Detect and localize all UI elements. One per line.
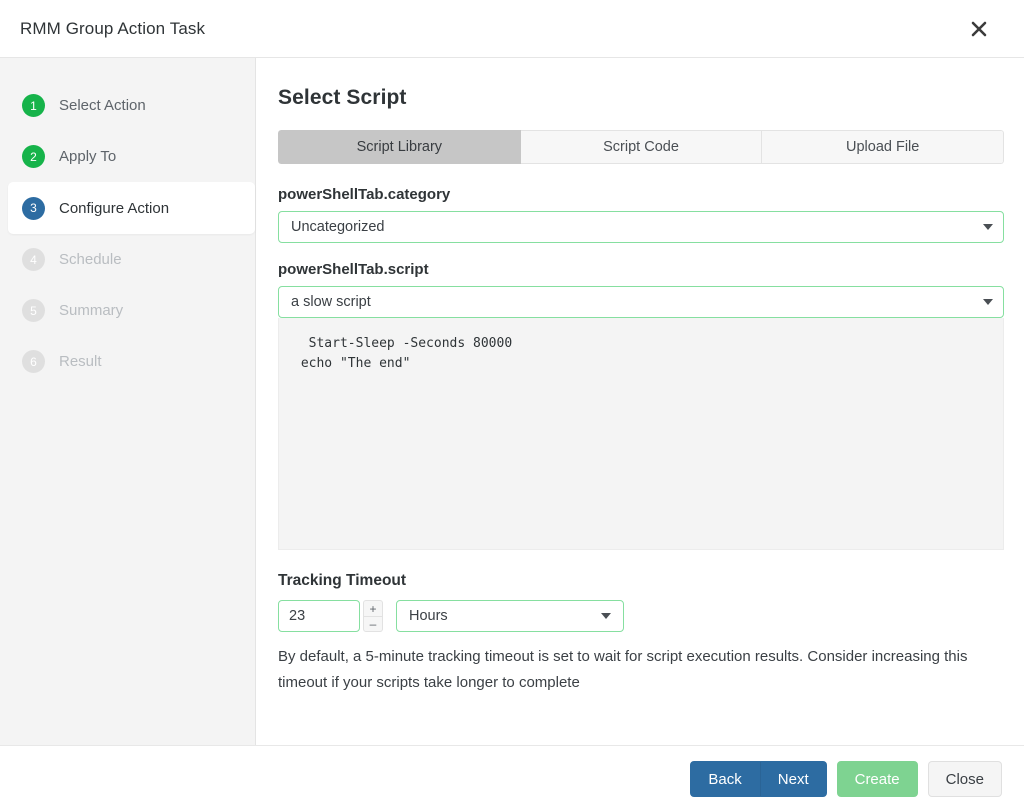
create-button[interactable]: Create (837, 761, 918, 797)
sidebar-item-apply-to[interactable]: 2 Apply To (0, 131, 255, 182)
sidebar-item-label: Summary (59, 302, 123, 319)
sidebar-item-configure-action[interactable]: 3 Configure Action (8, 182, 255, 234)
step-number-badge: 6 (22, 350, 45, 373)
sidebar-item-summary: 5 Summary (0, 285, 255, 336)
tracking-timeout-unit-value: Hours (409, 608, 601, 624)
tab-script-code[interactable]: Script Code (521, 130, 763, 164)
rmm-group-action-task-modal: RMM Group Action Task 1 Select Action 2 … (0, 0, 1024, 812)
step-number-badge: 2 (22, 145, 45, 168)
wizard-steps-sidebar: 1 Select Action 2 Apply To 3 Configure A… (0, 58, 256, 745)
sidebar-item-label: Schedule (59, 251, 122, 268)
tracking-timeout-help-text: By default, a 5-minute tracking timeout … (278, 644, 968, 696)
modal-body: 1 Select Action 2 Apply To 3 Configure A… (0, 58, 1024, 746)
script-select-value: a slow script (291, 294, 983, 310)
modal-header: RMM Group Action Task (0, 0, 1024, 58)
configure-action-panel: Select Script Script Library Script Code… (256, 58, 1024, 745)
tracking-timeout-input[interactable] (278, 600, 360, 632)
step-number-badge: 4 (22, 248, 45, 271)
tab-upload-file[interactable]: Upload File (762, 130, 1004, 164)
chevron-down-icon (601, 613, 611, 619)
sidebar-item-schedule: 4 Schedule (0, 234, 255, 285)
navigation-button-group: Back Next (690, 761, 826, 797)
category-field-label: powerShellTab.category (278, 186, 1002, 203)
step-number-badge: 5 (22, 299, 45, 322)
sidebar-item-label: Select Action (59, 97, 146, 114)
sidebar-item-label: Result (59, 353, 102, 370)
stepper-increment-button[interactable]: + (363, 600, 383, 616)
section-title: Select Script (278, 86, 1002, 110)
tab-script-library[interactable]: Script Library (278, 130, 521, 164)
sidebar-item-result: 6 Result (0, 336, 255, 387)
tracking-timeout-row: + – Hours (278, 600, 1002, 632)
tracking-timeout-label: Tracking Timeout (278, 572, 1002, 590)
step-number-badge: 3 (22, 197, 45, 220)
chevron-down-icon (983, 299, 993, 305)
sidebar-item-label: Apply To (59, 148, 116, 165)
script-select[interactable]: a slow script (278, 286, 1004, 318)
chevron-down-icon (983, 224, 993, 230)
stepper-buttons: + – (363, 600, 383, 632)
category-select-value: Uncategorized (291, 219, 983, 235)
back-button[interactable]: Back (690, 761, 759, 797)
sidebar-item-label: Configure Action (59, 200, 169, 217)
close-modal-button[interactable] (962, 12, 996, 46)
page-title: RMM Group Action Task (20, 19, 205, 39)
modal-footer: Back Next Create Close (0, 746, 1024, 812)
script-source-tabs: Script Library Script Code Upload File (278, 130, 1004, 164)
sidebar-item-select-action[interactable]: 1 Select Action (0, 80, 255, 131)
category-select[interactable]: Uncategorized (278, 211, 1004, 243)
close-icon (969, 19, 989, 39)
tracking-timeout-stepper: + – (278, 600, 383, 632)
stepper-decrement-button[interactable]: – (363, 616, 383, 632)
script-preview: Start-Sleep -Seconds 80000 echo "The end… (278, 318, 1004, 550)
step-number-badge: 1 (22, 94, 45, 117)
next-button[interactable]: Next (760, 761, 827, 797)
script-field-label: powerShellTab.script (278, 261, 1002, 278)
close-button[interactable]: Close (928, 761, 1002, 797)
tracking-timeout-unit-select[interactable]: Hours (396, 600, 624, 632)
